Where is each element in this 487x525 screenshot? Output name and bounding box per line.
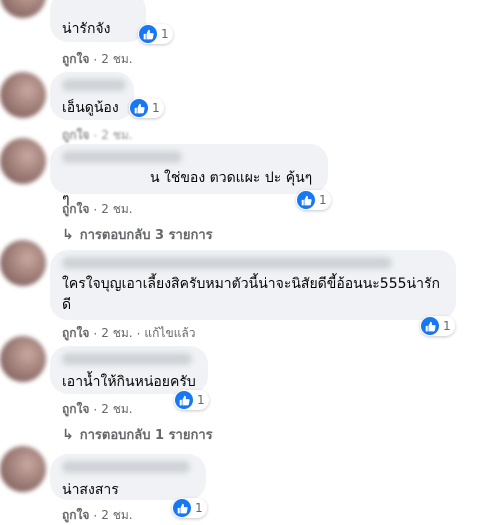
like-link[interactable]: ถูกใจ [62, 506, 89, 525]
dot-separator: · [93, 52, 98, 67]
dot-separator: · [93, 202, 98, 217]
comment-time[interactable]: 2 ชม. [101, 506, 132, 525]
like-link[interactable]: ถูกใจ [62, 50, 89, 69]
view-replies-label: การตอบกลับ 3 รายการ [79, 228, 213, 243]
comment-bubble: น ใช่ของ ตวดแผะ ปะ คุ้นๆๆ [50, 144, 328, 207]
like-icon [297, 191, 315, 209]
author-name-hidden[interactable] [62, 461, 190, 473]
comment-bubble: น่าสงสาร [50, 454, 206, 500]
reply-arrow-icon: ↳ [62, 426, 74, 443]
reply-arrow-icon: ↳ [62, 226, 74, 243]
comment-text: ใครใจบุญเอาเลี้ยงสิครับหมาตัวนี้น่าจะนิส… [62, 276, 440, 313]
reaction-badge[interactable]: 1 [138, 24, 173, 44]
dot-separator: · [93, 128, 98, 143]
like-link[interactable]: ถูกใจ [62, 200, 89, 219]
author-name-hidden[interactable] [62, 257, 392, 269]
comment-meta: ถูกใจ · 2 ชม. [62, 200, 133, 219]
comment-meta: ถูกใจ · 2 ชม. [62, 400, 133, 419]
like-link[interactable]: ถูกใจ [62, 324, 89, 343]
comment-text: เอาน้ำให้กินหน่อยครับ [62, 374, 196, 390]
comment-meta: ถูกใจ · 2 ชม. [62, 126, 133, 145]
comment-bubble: น่ารักจัง [50, 0, 146, 42]
author-name-hidden[interactable] [62, 151, 182, 163]
comment-text: น่าสงสาร [62, 482, 119, 498]
comment-text: เอ็นดูน้อง [62, 100, 119, 116]
comment-bubble: เอ็นดูน้อง [50, 72, 134, 120]
comment-text: น่ารักจัง [62, 21, 111, 37]
reaction-count: 1 [197, 393, 205, 407]
view-replies-label: การตอบกลับ 1 รายการ [79, 428, 213, 443]
comment-time[interactable]: 2 ชม. [101, 400, 132, 419]
author-name-hidden[interactable] [62, 353, 192, 365]
view-replies-link[interactable]: ↳ การตอบกลับ 3 รายการ [62, 224, 213, 245]
dot-separator: · [136, 326, 141, 341]
comment-meta: ถูกใจ · 2 ชม. [62, 50, 133, 69]
like-link[interactable]: ถูกใจ [62, 400, 89, 419]
comment-meta: ถูกใจ · 2 ชม. [62, 506, 133, 525]
like-link[interactable]: ถูกใจ [62, 126, 89, 145]
reaction-count: 1 [195, 501, 203, 515]
view-replies-link[interactable]: ↳ การตอบกลับ 1 รายการ [62, 424, 213, 445]
comment-time[interactable]: 2 ชม. [101, 50, 132, 69]
like-icon [130, 99, 148, 117]
author-name-hidden[interactable] [62, 79, 126, 91]
avatar[interactable] [0, 446, 46, 492]
comment-meta: ถูกใจ · 2 ชม. · แก้ไขแล้ว [62, 324, 195, 343]
comment-bubble: เอาน้ำให้กินหน่อยครับ [50, 346, 208, 394]
avatar[interactable] [0, 72, 46, 118]
dot-separator: · [93, 402, 98, 417]
reaction-badge[interactable]: 1 [420, 316, 455, 336]
avatar[interactable] [0, 138, 46, 184]
comment-bubble: ใครใจบุญเอาเลี้ยงสิครับหมาตัวนี้น่าจะนิส… [50, 250, 456, 320]
dot-separator: · [93, 508, 98, 523]
reaction-badge[interactable]: 1 [296, 190, 331, 210]
reaction-count: 1 [161, 27, 169, 41]
avatar[interactable] [0, 336, 46, 382]
avatar[interactable] [0, 240, 46, 286]
like-icon [173, 499, 191, 517]
like-icon [175, 391, 193, 409]
reaction-count: 1 [319, 193, 327, 207]
edited-label[interactable]: แก้ไขแล้ว [144, 324, 195, 343]
like-icon [139, 25, 157, 43]
like-icon [421, 317, 439, 335]
avatar[interactable] [0, 0, 46, 18]
dot-separator: · [93, 326, 98, 341]
comment-time[interactable]: 2 ชม. [101, 324, 132, 343]
reaction-badge[interactable]: 1 [174, 390, 209, 410]
reaction-badge[interactable]: 1 [129, 98, 164, 118]
reaction-count: 1 [443, 319, 451, 333]
comment-time[interactable]: 2 ชม. [101, 126, 132, 145]
reaction-badge[interactable]: 1 [172, 498, 207, 518]
reaction-count: 1 [152, 101, 160, 115]
comment-time[interactable]: 2 ชม. [101, 200, 132, 219]
